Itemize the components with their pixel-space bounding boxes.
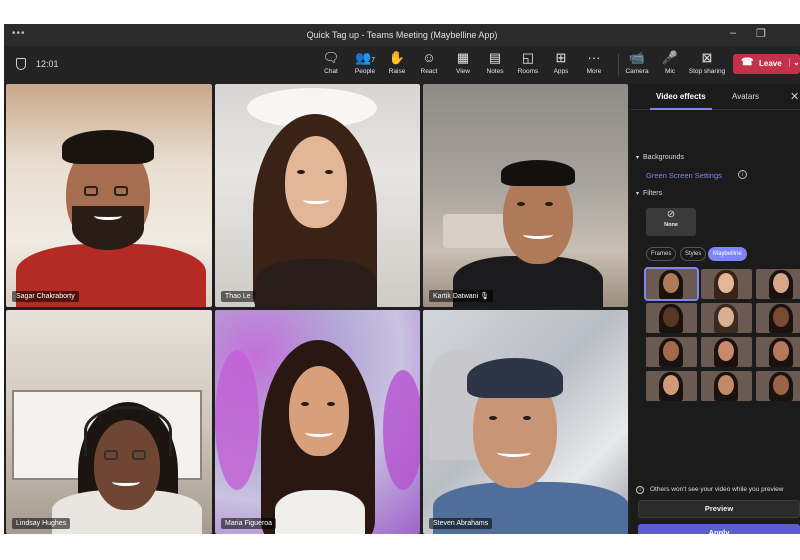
filter-thumbnail[interactable]: [646, 303, 697, 333]
filter-thumbnail[interactable]: [701, 371, 752, 401]
more-button[interactable]: ··· More: [577, 50, 611, 80]
video-tile[interactable]: Maria Figueroa: [215, 310, 420, 534]
filter-thumbnail[interactable]: [756, 371, 800, 401]
stop-sharing-icon: ⊠: [701, 50, 713, 65]
tab-video-effects[interactable]: Video effects: [656, 92, 706, 101]
mic-button[interactable]: 🎤 Mic: [653, 50, 687, 80]
raise-hand-icon: ✋: [388, 50, 406, 65]
filter-thumbnail[interactable]: [646, 371, 697, 401]
restore-window-icon[interactable]: ❐: [756, 27, 766, 40]
title-bar: ••• Quick Tag up - Teams Meeting (Maybel…: [4, 24, 800, 46]
toolbar-divider: [618, 54, 619, 76]
chevron-down-icon: ▾: [636, 191, 640, 197]
meeting-toolbar: 12:01 🗨 Chat 👥7 People ✋ Raise ☺ React ▦…: [4, 46, 800, 84]
shield-icon: [16, 58, 26, 70]
raise-hand-button[interactable]: ✋ Raise: [380, 50, 414, 80]
rooms-button[interactable]: ◱ Rooms: [511, 50, 545, 80]
teams-window: ••• Quick Tag up - Teams Meeting (Maybel…: [4, 24, 800, 534]
filter-thumbnail[interactable]: [756, 269, 800, 299]
camera-button[interactable]: 📹 Camera: [620, 50, 654, 80]
filter-thumbnail[interactable]: [756, 337, 800, 367]
filters-section[interactable]: ▾ Filters: [636, 190, 662, 197]
video-grid: Sagar Chakraborty Thao Le Kartik Datwani…: [4, 84, 630, 534]
participant-name: Sagar Chakraborty: [12, 291, 79, 302]
muted-mic-icon: 🎙: [480, 293, 489, 300]
info-icon: i: [636, 486, 644, 494]
more-icon: ···: [587, 50, 601, 65]
react-icon: ☺: [422, 50, 436, 65]
preview-notice: i Others won't see your video while you p…: [636, 486, 783, 494]
rooms-icon: ◱: [521, 50, 535, 65]
people-button[interactable]: 👥7 People: [348, 50, 382, 80]
backgrounds-section[interactable]: ▾ Backgrounds: [636, 154, 684, 161]
stop-sharing-button[interactable]: ⊠ Stop sharing: [687, 50, 727, 80]
chevron-down-icon: ▾: [636, 155, 640, 161]
apps-icon: ⊞: [555, 50, 567, 65]
apps-button[interactable]: ⊞ Apps: [544, 50, 578, 80]
participant-name: Maria Figueroa: [221, 518, 277, 529]
camera-icon: 📹: [628, 50, 646, 65]
filter-thumbnails: [644, 267, 800, 401]
participant-name: Kartik Datwani 🎙: [429, 290, 493, 302]
tab-avatars[interactable]: Avatars: [732, 92, 759, 101]
view-button[interactable]: ▦ View: [446, 50, 480, 80]
apply-button[interactable]: Apply: [638, 524, 800, 534]
prohibited-icon: ⊘: [666, 209, 676, 220]
participant-name: Thao Le: [221, 291, 255, 302]
notes-icon: ▤: [488, 50, 502, 65]
people-icon: 👥7: [354, 50, 376, 65]
chip-styles[interactable]: Styles: [680, 247, 707, 261]
filter-thumbnail[interactable]: [756, 303, 800, 333]
mic-icon: 🎤: [661, 50, 679, 65]
video-effects-panel: Video effects Avatars ✕ ▾ Backgrounds Gre…: [630, 84, 800, 534]
filter-thumbnail[interactable]: [701, 269, 752, 299]
filter-thumbnail[interactable]: [646, 337, 697, 367]
window-title: Quick Tag up - Teams Meeting (Maybelline…: [306, 30, 498, 40]
close-icon[interactable]: ✕: [790, 90, 799, 103]
panel-tabs: Video effects Avatars ✕: [630, 84, 800, 110]
chip-maybelline[interactable]: Maybelline: [708, 247, 747, 261]
filter-thumbnail[interactable]: [701, 303, 752, 333]
video-tile[interactable]: Thao Le: [215, 84, 420, 307]
preview-button[interactable]: Preview: [638, 500, 800, 518]
filter-none-button[interactable]: ⊘ None: [646, 208, 696, 236]
green-screen-settings-link[interactable]: Green Screen Settings: [646, 171, 722, 180]
view-icon: ▦: [456, 50, 470, 65]
video-tile[interactable]: Steven Abrahams: [423, 310, 628, 534]
leave-button[interactable]: ☎ Leave ⌄: [733, 54, 800, 74]
chat-icon: 🗨: [322, 50, 340, 65]
react-button[interactable]: ☺ React: [412, 50, 446, 80]
chip-frames[interactable]: Frames: [646, 247, 677, 261]
participant-name: Lindsay Hughes: [12, 518, 71, 529]
participant-name: Steven Abrahams: [429, 518, 493, 529]
phone-hangup-icon: ☎: [741, 57, 754, 68]
notes-button[interactable]: ▤ Notes: [478, 50, 512, 80]
filter-thumbnail[interactable]: [644, 267, 699, 301]
video-tile[interactable]: Sagar Chakraborty: [6, 84, 212, 307]
active-tab-indicator: [650, 108, 712, 110]
info-icon[interactable]: i: [738, 170, 747, 179]
meeting-timer: 12:01: [36, 59, 59, 69]
chevron-down-icon[interactable]: ⌄: [789, 58, 800, 67]
video-tile[interactable]: Kartik Datwani 🎙: [423, 84, 628, 307]
chat-button[interactable]: 🗨 Chat: [314, 50, 348, 80]
minimize-icon[interactable]: –: [730, 27, 736, 39]
video-tile[interactable]: Lindsay Hughes: [6, 310, 212, 534]
filter-thumbnail[interactable]: [701, 337, 752, 367]
